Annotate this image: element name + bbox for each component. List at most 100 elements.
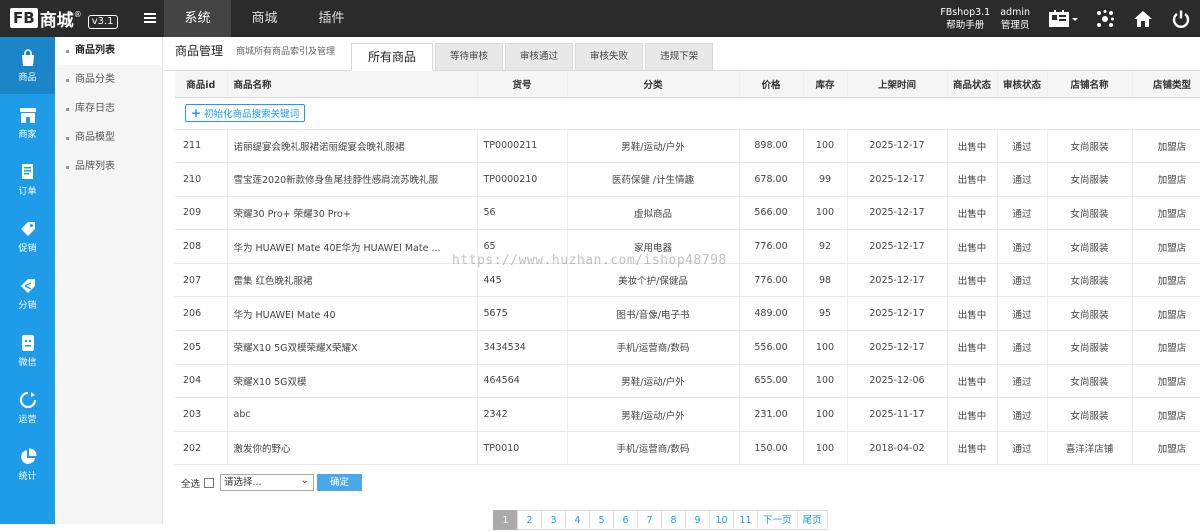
sidebar-item-operation[interactable]: 运营 (0, 379, 55, 436)
page-number[interactable]: 8 (661, 510, 686, 530)
table-cell: 100 (803, 330, 848, 365)
page-number[interactable]: 9 (685, 510, 710, 530)
table-cell: 出售中 (947, 129, 998, 164)
table-row[interactable]: 204 荣耀X10 5G双模 464564 男鞋/运动/户外 655.00 100 2025… (175, 364, 1200, 399)
submenu-brand-list[interactable]: 品牌列表 (55, 153, 162, 181)
page-number[interactable]: 4 (565, 510, 590, 530)
table-row[interactable]: 203 abc 2342 男鞋/运动/户外 231.00 100 2025-11-17 出售中… (175, 397, 1200, 432)
version-badge: v3.1 (87, 15, 118, 29)
sidebar-item-statistics[interactable]: 统计 (0, 436, 55, 493)
confirm-button[interactable]: 确定 (317, 474, 363, 491)
last-page-button[interactable]: 尾页 (796, 510, 828, 530)
network-icon[interactable] (1086, 0, 1124, 37)
page-number[interactable]: 3 (541, 510, 566, 530)
sidebar-item-wechat[interactable]: 微信 (0, 322, 55, 379)
table-row[interactable]: 206 华为 HUAWEI Mate 40 5675 图书/音像/电子书 489.00 9… (175, 296, 1200, 332)
table-cell: 荣耀30 Pro+ 荣耀30 Pro+ (227, 196, 478, 231)
table-cell: 华为 HUAWEI Mate 40 (227, 296, 478, 332)
top-nav-plugins[interactable]: 插件 (298, 0, 365, 37)
sidebar-label: 微信 (18, 357, 37, 368)
bulk-actions: 全选 请选择... 确定 (181, 473, 363, 491)
table-cell: 出售中 (947, 364, 998, 399)
table-cell: 100 (803, 196, 848, 231)
column-header: 商品名称 (227, 71, 478, 98)
power-icon[interactable] (1162, 0, 1200, 37)
table-cell: 出售中 (947, 229, 998, 264)
tab-approved[interactable]: 审核通过 (505, 43, 574, 71)
table-cell: 2025-12-17 (847, 263, 948, 298)
page-number[interactable]: 6 (613, 510, 638, 530)
table-row[interactable]: 207 雷集 红色晚礼服裙 445 美妆个护/保健品 776.00 98 2025-12-1… (175, 263, 1200, 298)
select-all-checkbox[interactable] (204, 477, 215, 488)
table-cell: 776.00 (739, 229, 804, 264)
tab-all-goods[interactable]: 所有商品 (351, 43, 434, 71)
sidebar-label: 分销 (18, 300, 37, 311)
table-cell: 2025-12-17 (847, 129, 948, 164)
page-number[interactable]: 5 (589, 510, 614, 530)
table-cell: 2342 (477, 397, 568, 432)
table-cell: 男鞋/运动/户外 (567, 397, 740, 432)
username: admin (1000, 6, 1030, 18)
logo[interactable]: FB 商城 ® v3.1 (10, 6, 118, 31)
top-nav-system[interactable]: 系统 (164, 0, 231, 37)
sidebar-item-goods[interactable]: 商品 (0, 37, 55, 94)
tab-removed[interactable]: 违规下架 (645, 43, 714, 71)
column-header: 上架时间 (847, 71, 948, 98)
table-cell: 776.00 (739, 263, 804, 298)
table-cell: 203 (175, 397, 228, 432)
top-bar: FB 商城 ® v3.1 系统 商城 插件 FBshop3.1 帮助手册 adm… (0, 0, 1200, 37)
init-keywords-button[interactable]: + 初始化商品搜索关键词 (185, 104, 306, 122)
table-cell: 通过 (997, 162, 1048, 197)
table-cell: 56 (477, 196, 568, 231)
user-info[interactable]: admin 管理员 (1000, 6, 1030, 32)
table-cell: 98 (803, 263, 848, 298)
table-cell: 激发你的野心 (227, 431, 478, 466)
column-header: 库存 (803, 71, 848, 98)
help-link[interactable]: FBshop3.1 帮助手册 (940, 6, 990, 32)
refresh-icon (19, 391, 36, 408)
logo-name: 商城 (39, 10, 74, 31)
menu-toggle-icon[interactable] (144, 13, 156, 23)
table-row[interactable]: 210 雪宝莲2020新款修身鱼尾挂脖性感肩流苏晚礼服 TP0000210 医药保健 … (175, 162, 1200, 197)
table-cell: 加盟店 (1132, 129, 1200, 164)
next-page-button[interactable]: 下一页 (757, 510, 798, 530)
submenu-stock-log[interactable]: 库存日志 (55, 95, 162, 123)
sidebar-label: 运营 (18, 414, 37, 425)
sidebar-item-orders[interactable]: 订单 (0, 151, 55, 208)
tab-rejected[interactable]: 审核失败 (575, 43, 644, 71)
page-number[interactable]: 2 (517, 510, 542, 530)
pagination: 1 2 3 4 5 6 7 8 9 10 11 下一页 尾页 (493, 510, 828, 530)
logo-reg: ® (73, 9, 82, 19)
bulk-action-select[interactable]: 请选择... (220, 473, 315, 491)
sidebar-item-promotion[interactable]: 促销 (0, 208, 55, 265)
sidebar-item-merchant[interactable]: 商家 (0, 94, 55, 151)
top-nav-mall[interactable]: 商城 (231, 0, 298, 37)
table-row[interactable]: 211 诺丽缇宴会晚礼服裙诺丽缇宴会晚礼服裙 TP0000211 男鞋/运动/户外 89… (175, 129, 1200, 164)
table-row[interactable]: 202 激发你的野心 TP0010 手机/运营商/数码 150.00 100 2018-04… (175, 431, 1200, 466)
table-row[interactable]: 205 荣耀X10 5G双模荣耀X荣耀X 3434534 手机/运营商/数码 556.0… (175, 330, 1200, 365)
page-number[interactable]: 10 (709, 510, 734, 530)
submenu-goods-list[interactable]: 商品列表 (55, 37, 162, 65)
table-cell: 女尚服装 (1047, 364, 1133, 399)
submenu-goods-category[interactable]: 商品分类 (55, 66, 162, 94)
page-number[interactable]: 1 (493, 510, 518, 530)
tab-pending[interactable]: 等待审核 (435, 43, 504, 71)
table-cell: 美妆个护/保健品 (567, 263, 740, 298)
table-cell: 通过 (997, 263, 1048, 298)
table-cell: 雪宝莲2020新款修身鱼尾挂脖性感肩流苏晚礼服 (227, 162, 478, 197)
table-cell: 100 (803, 397, 848, 432)
page-number[interactable]: 7 (637, 510, 662, 530)
table-cell: 100 (803, 364, 848, 399)
table-cell: 3434534 (477, 330, 568, 365)
table-cell: 208 (175, 229, 228, 264)
share-icon (20, 278, 35, 293)
home-icon[interactable] (1124, 0, 1162, 37)
page-number[interactable]: 11 (733, 510, 758, 530)
table-cell: 100 (803, 129, 848, 164)
table-cell: 2025-11-17 (847, 397, 948, 432)
sidebar-item-distribution[interactable]: 分销 (0, 265, 55, 322)
table-row[interactable]: 209 荣耀30 Pro+ 荣耀30 Pro+ 56 虚拟商品 566.00 100 202… (175, 196, 1200, 231)
store-icon[interactable] (1040, 0, 1086, 37)
submenu-goods-model[interactable]: 商品模型 (55, 124, 162, 152)
main-content: 商品管理 商城所有商品索引及管理 所有商品 等待审核 审核通过 审核失败 违规下… (163, 37, 1200, 530)
